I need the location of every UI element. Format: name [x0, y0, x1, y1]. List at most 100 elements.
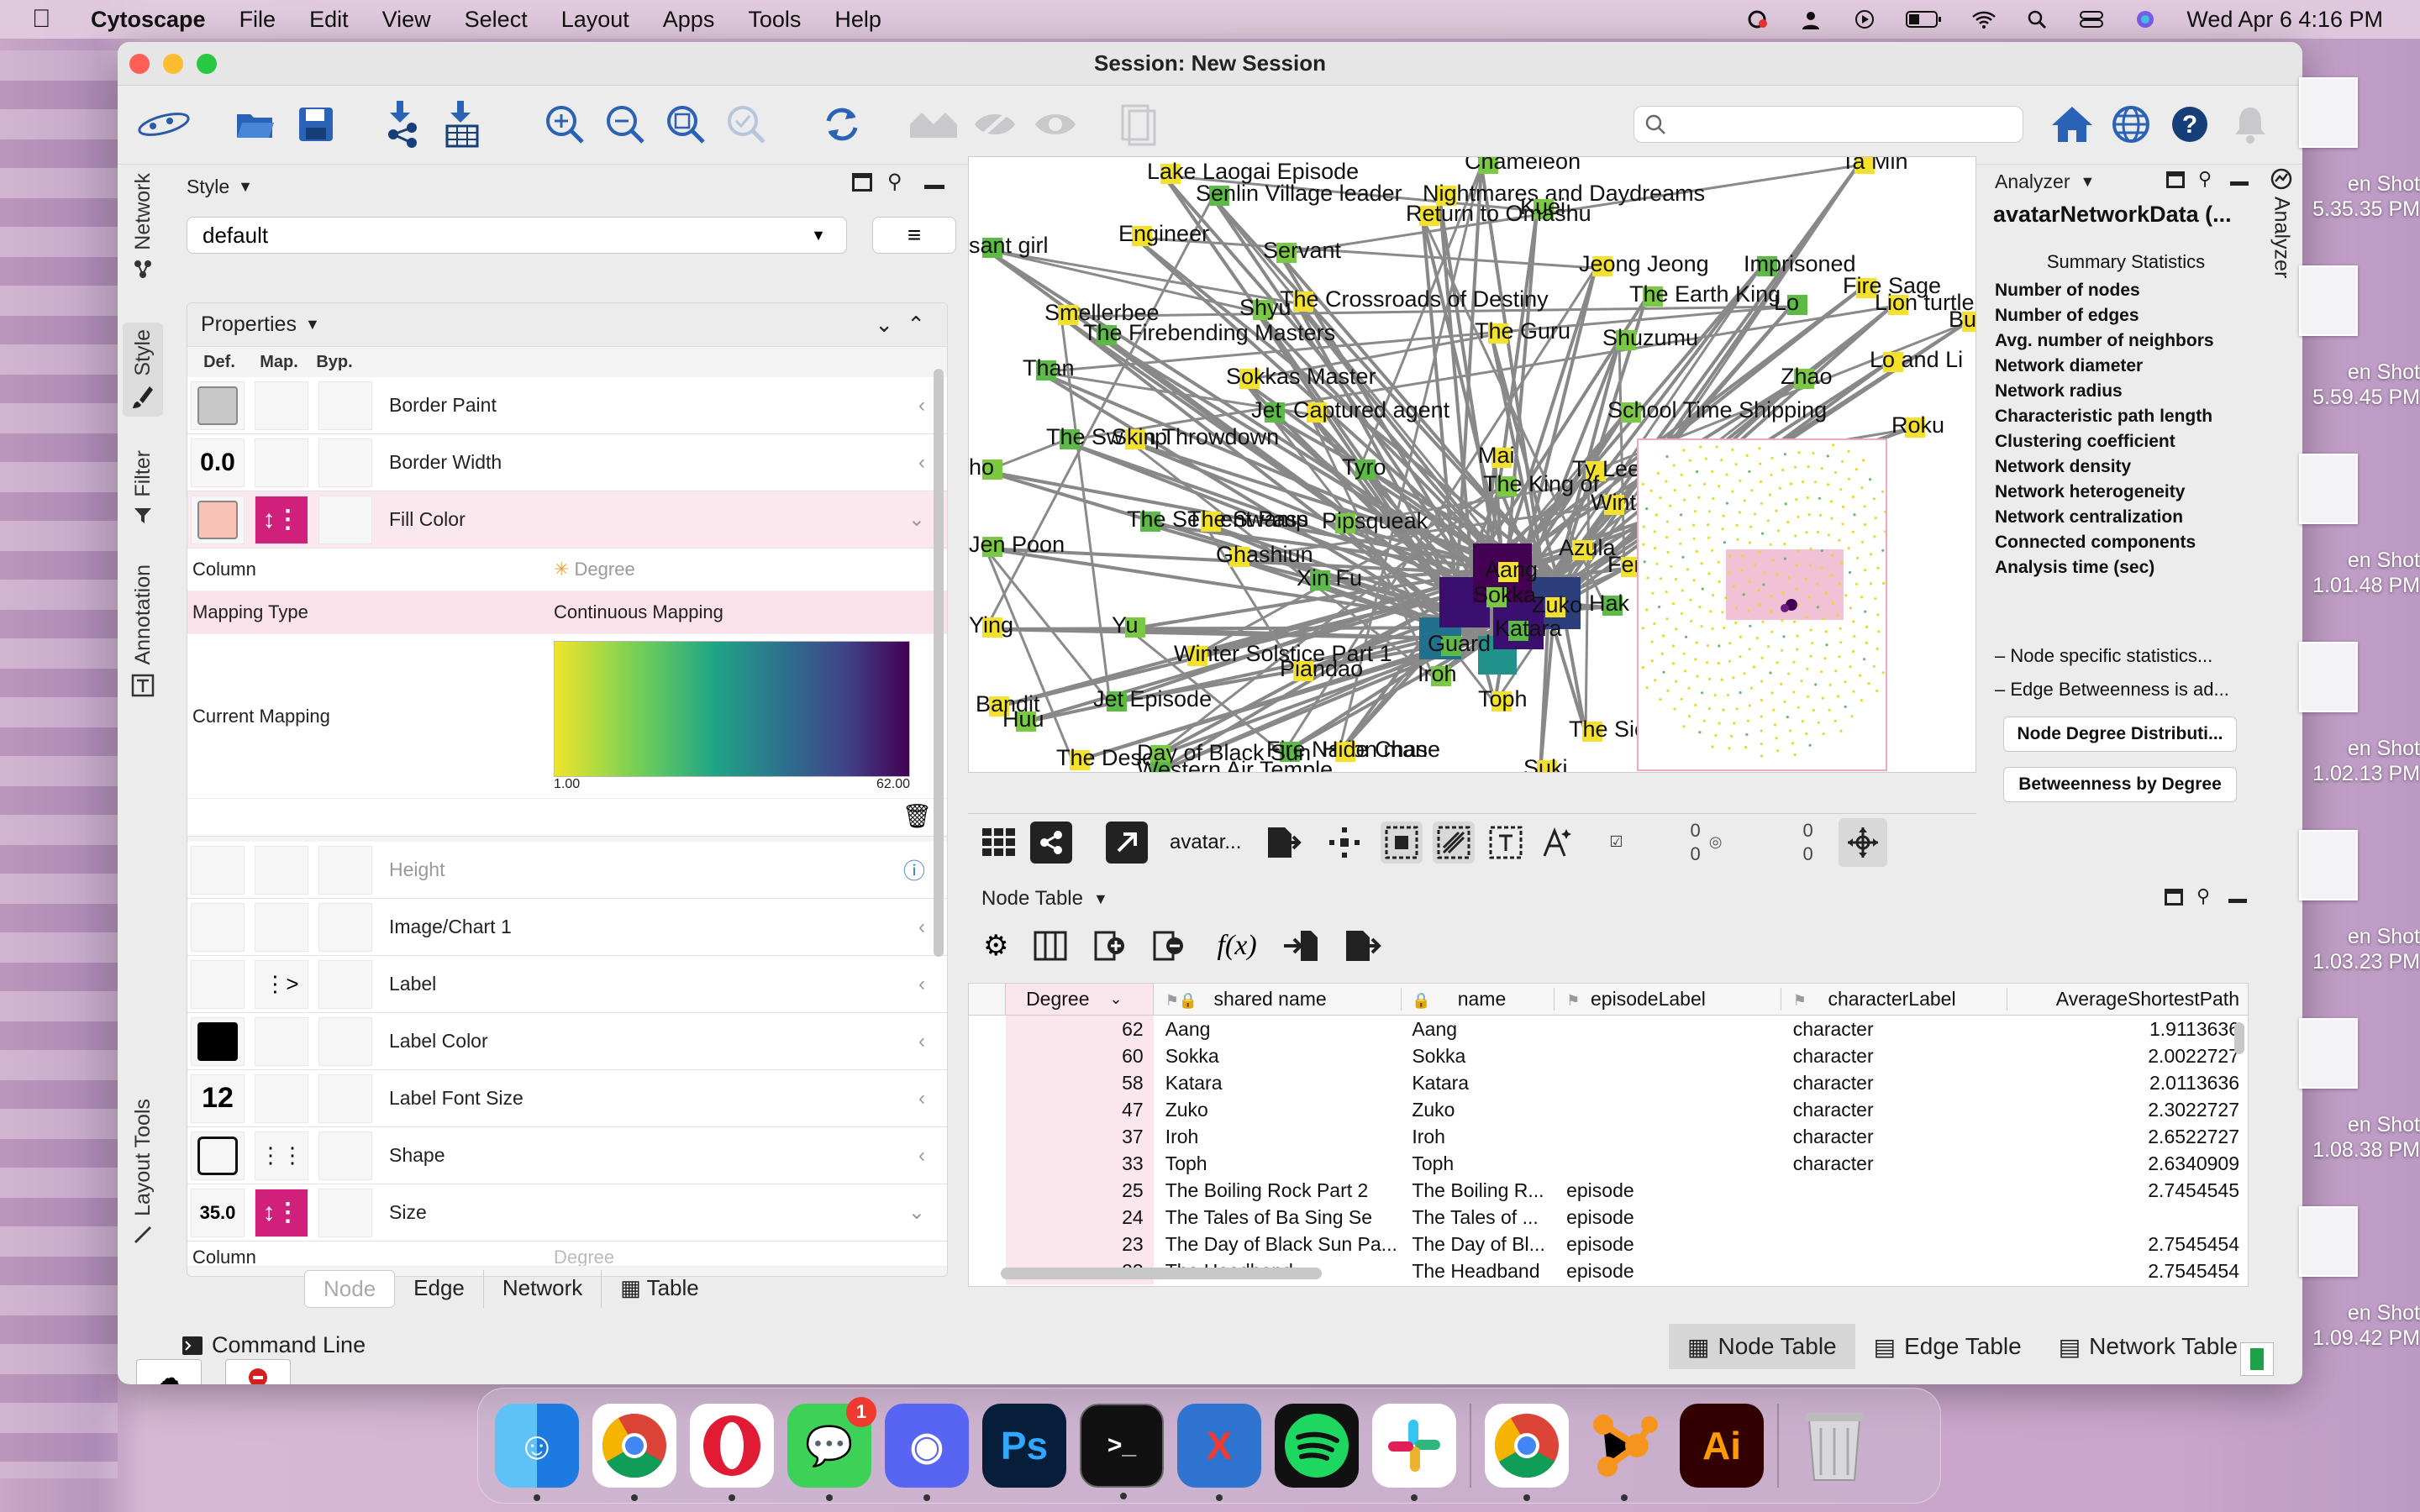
- chevron-down-icon[interactable]: ▼: [305, 316, 320, 333]
- table-cell[interactable]: The Tales of ...: [1402, 1206, 1555, 1229]
- terminal-icon[interactable]: >_: [1080, 1404, 1164, 1499]
- slack-icon[interactable]: [1372, 1404, 1456, 1501]
- network-overview[interactable]: [1637, 438, 1887, 771]
- battery-icon[interactable]: [1906, 9, 1943, 29]
- table-row[interactable]: 37 Iroh Iroh character 2.6522727: [969, 1123, 2248, 1150]
- table-horizontal-scrollbar[interactable]: [1001, 1268, 1322, 1279]
- chevron-down-icon[interactable]: ⌄: [908, 507, 925, 532]
- network-name-label[interactable]: avatar...: [1170, 831, 1241, 854]
- play-icon[interactable]: [1852, 9, 1877, 29]
- default-value-cell[interactable]: [191, 959, 245, 1009]
- apple-icon[interactable]: : [32, 7, 66, 32]
- tab-network[interactable]: Network: [484, 1270, 602, 1308]
- select-nodes-icon[interactable]: [1381, 821, 1423, 864]
- table-vertical-scrollbar[interactable]: [2234, 1022, 2244, 1054]
- default-value-cell[interactable]: 0.0: [191, 438, 245, 487]
- column-header-name[interactable]: 🔒 name: [1402, 988, 1555, 1011]
- export-table-icon[interactable]: [1344, 929, 1381, 963]
- spotify-icon[interactable]: [1275, 1404, 1359, 1488]
- expand-all-icon[interactable]: ⌃: [907, 312, 925, 338]
- menu-apps[interactable]: Apps: [663, 7, 715, 33]
- pin-icon[interactable]: ⚲: [2196, 885, 2210, 907]
- menubar-datetime[interactable]: Wed Apr 6 4:16 PM: [2186, 7, 2383, 33]
- chrome-icon[interactable]: [1485, 1404, 1569, 1501]
- property-row-label-color[interactable]: Label Color ‹: [187, 1013, 947, 1070]
- chevron-left-icon[interactable]: ‹: [918, 394, 925, 417]
- table-cell[interactable]: The Tales of Ba Sing Se: [1154, 1206, 1402, 1229]
- mapping-cell[interactable]: ↕⋮: [255, 495, 308, 544]
- info-icon[interactable]: ⓘ: [903, 854, 925, 885]
- table-cell[interactable]: 2.6522727: [2007, 1126, 2248, 1148]
- menu-select[interactable]: Select: [465, 7, 528, 33]
- default-value-cell[interactable]: 12: [191, 1074, 245, 1123]
- share-network-icon[interactable]: [1030, 821, 1072, 864]
- bypass-cell[interactable]: [318, 438, 372, 487]
- refresh-icon[interactable]: [818, 101, 865, 148]
- table-cell[interactable]: 62: [1005, 1016, 1154, 1042]
- grid-view-icon[interactable]: [978, 822, 1020, 864]
- default-value-cell[interactable]: [191, 1016, 245, 1066]
- table-cell[interactable]: Aang: [1402, 1018, 1555, 1041]
- select-edges-icon[interactable]: [1433, 821, 1476, 864]
- spotlight-search-icon[interactable]: [2025, 9, 2050, 29]
- property-row-shape[interactable]: ⋮⋮ Shape ‹: [187, 1127, 947, 1184]
- chevron-left-icon[interactable]: ‹: [918, 451, 925, 475]
- column-header-shared-name[interactable]: ⚑🔒 shared name: [1154, 988, 1402, 1011]
- bypass-cell[interactable]: [318, 1074, 372, 1123]
- float-panel-icon[interactable]: [2165, 889, 2183, 906]
- table-cell[interactable]: Toph: [1154, 1152, 1402, 1175]
- size-column-row[interactable]: Column Degree: [187, 1242, 947, 1267]
- show-columns-icon[interactable]: [1034, 929, 1067, 963]
- bypass-cell[interactable]: [318, 1016, 372, 1066]
- trash-icon[interactable]: 🗑: [902, 802, 932, 830]
- finder-icon[interactable]: ☺: [495, 1404, 579, 1501]
- table-row[interactable]: 24 The Tales of Ba Sing Se The Tales of ..…: [969, 1204, 2248, 1231]
- tab-table[interactable]: ▦ Table: [602, 1270, 717, 1308]
- control-center-icon[interactable]: [2079, 9, 2104, 29]
- select-annotations-icon[interactable]: [1485, 822, 1527, 864]
- error-status-button[interactable]: [225, 1359, 291, 1384]
- screenshot-thumbnail[interactable]: [2299, 265, 2358, 336]
- mapping-cell[interactable]: ↕⋮: [255, 1188, 308, 1237]
- node-degree-distribution-button[interactable]: Node Degree Distributi...: [2003, 717, 2237, 752]
- tab-annotation[interactable]: Annotation: [123, 564, 163, 697]
- table-cell[interactable]: 2.0113636: [2007, 1072, 2248, 1095]
- column-header-episode-label[interactable]: ⚑ episodeLabel: [1555, 988, 1781, 1011]
- screenshot-thumbnail[interactable]: [2299, 1206, 2358, 1277]
- screenshot-thumbnail[interactable]: [2299, 77, 2358, 148]
- cloud-status-button[interactable]: ☁: [136, 1359, 202, 1384]
- siri-icon[interactable]: [2133, 9, 2158, 29]
- table-cell[interactable]: character: [1781, 1018, 2008, 1041]
- table-cell[interactable]: Aang: [1154, 1018, 1402, 1041]
- wifi-icon[interactable]: [1971, 9, 1996, 29]
- menu-file[interactable]: File: [239, 7, 276, 33]
- mapping-cell[interactable]: [255, 1016, 308, 1066]
- table-row[interactable]: 25 The Boiling Rock Part 2 The Boiling R..…: [969, 1177, 2248, 1204]
- home-icon[interactable]: [2049, 101, 2096, 148]
- cytoscape-dock-icon[interactable]: [1582, 1404, 1666, 1501]
- menu-app-name[interactable]: Cytoscape: [91, 7, 206, 33]
- property-row-border-width[interactable]: 0.0 Border Width ‹: [187, 434, 947, 491]
- mapping-cell[interactable]: [255, 438, 308, 487]
- table-cell[interactable]: Zuko: [1154, 1099, 1402, 1121]
- tab-edge[interactable]: Edge: [395, 1270, 484, 1308]
- table-cell[interactable]: episode: [1555, 1179, 1781, 1202]
- bypass-cell[interactable]: [318, 1131, 372, 1180]
- property-row-label[interactable]: ⋮> Label ‹: [187, 956, 947, 1013]
- tab-edge-table[interactable]: ▤ Edge Table: [1855, 1324, 2040, 1369]
- betweenness-by-degree-button[interactable]: Betweenness by Degree: [2003, 767, 2237, 802]
- menu-help[interactable]: Help: [834, 7, 881, 33]
- screenshot-label[interactable]: en Shot 5.35.35 PM: [2307, 171, 2420, 222]
- delete-column-icon[interactable]: [1151, 929, 1185, 963]
- tab-network[interactable]: Network: [123, 173, 163, 279]
- chevron-left-icon[interactable]: ‹: [918, 973, 925, 996]
- search-field[interactable]: [1634, 106, 2023, 143]
- help-icon[interactable]: ?: [2166, 101, 2213, 148]
- chevron-down-icon[interactable]: ⌄: [908, 1200, 925, 1225]
- show-labels-icon[interactable]: [1537, 822, 1579, 864]
- table-cell[interactable]: Sokka: [1154, 1045, 1402, 1068]
- property-row-fill-color[interactable]: ↕⋮ Fill Color ⌄: [187, 491, 947, 549]
- analyzer-side-tab[interactable]: Analyzer: [2265, 168, 2297, 336]
- bypass-cell[interactable]: [318, 1188, 372, 1237]
- table-cell[interactable]: character: [1781, 1099, 2008, 1121]
